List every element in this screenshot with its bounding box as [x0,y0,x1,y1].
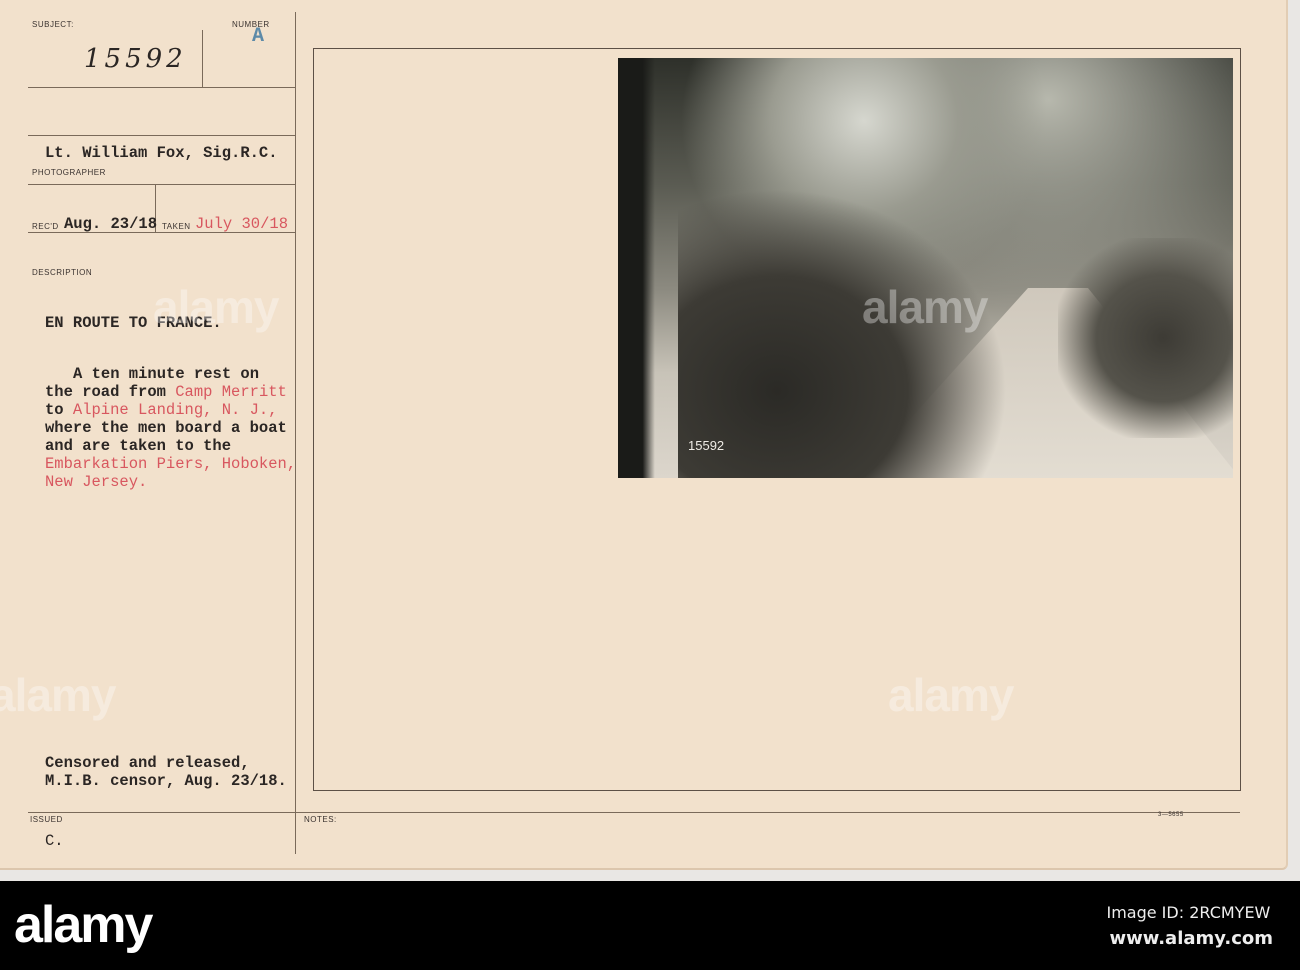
photographer-label: PHOTOGRAPHER [32,168,106,177]
issued-value: C. [45,832,64,850]
image-id: Image ID: 2RCMYEW [1106,903,1271,922]
photograph-soldiers-resting: 15592 [618,58,1233,478]
divider [202,30,203,87]
desc-place: Camp Merritt [175,383,287,401]
desc-place: Embarkation Piers, Hoboken, [45,455,297,473]
desc-place: New Jersey. [45,473,148,491]
watermark: alamy [0,669,116,721]
form-number: 3—5655 [1158,812,1184,818]
column-divider [295,12,296,854]
desc-place: Alpine Landing, N. J., [72,401,278,419]
alamy-logo: alamy [14,896,153,954]
censor-line-1: Censored and released, [45,754,250,772]
site-url[interactable]: www.alamy.com [1109,928,1273,949]
notes-label: NOTES: [304,815,337,824]
watermark: alamy [888,669,1014,721]
desc-line: A ten minute rest on [73,365,260,383]
censor-line-2: M.I.B. censor, Aug. 23/18. [45,772,287,790]
desc-text: the road from [45,383,176,401]
desc-line: to Alpine Landing, N. J., [45,401,278,419]
taken-date: July 30/18 [195,215,289,233]
issued-label: ISSUED [30,815,63,824]
divider [28,135,295,136]
desc-line: and are taken to the [45,437,232,455]
divider [28,184,295,185]
watermark: alamy [862,281,988,333]
number-value: A [252,25,265,48]
desc-text: to [45,401,73,419]
recd-date: Aug. 23/18 [64,215,158,233]
photographer-name: Lt. William Fox, Sig.R.C. [45,144,278,162]
watermark: alamy [153,281,279,333]
divider [28,87,295,88]
desc-line: where the men board a boat [45,419,287,437]
divider [28,812,1240,813]
recd-label: REC'D [32,222,59,231]
subject-label: SUBJECT: [32,20,74,29]
subject-number: 15592 [84,44,187,74]
photo-stamp: 15592 [688,438,725,453]
taken-label: TAKEN [162,222,191,231]
stock-footer: alamy Image ID: 2RCMYEW www.alamy.com [0,881,1300,970]
desc-line: the road from Camp Merritt [45,383,287,401]
description-label: DESCRIPTION [32,268,93,277]
number-label: NUMBER [232,20,270,29]
archive-card: SUBJECT: 15592 NUMBER A Lt. William Fox,… [0,0,1288,870]
